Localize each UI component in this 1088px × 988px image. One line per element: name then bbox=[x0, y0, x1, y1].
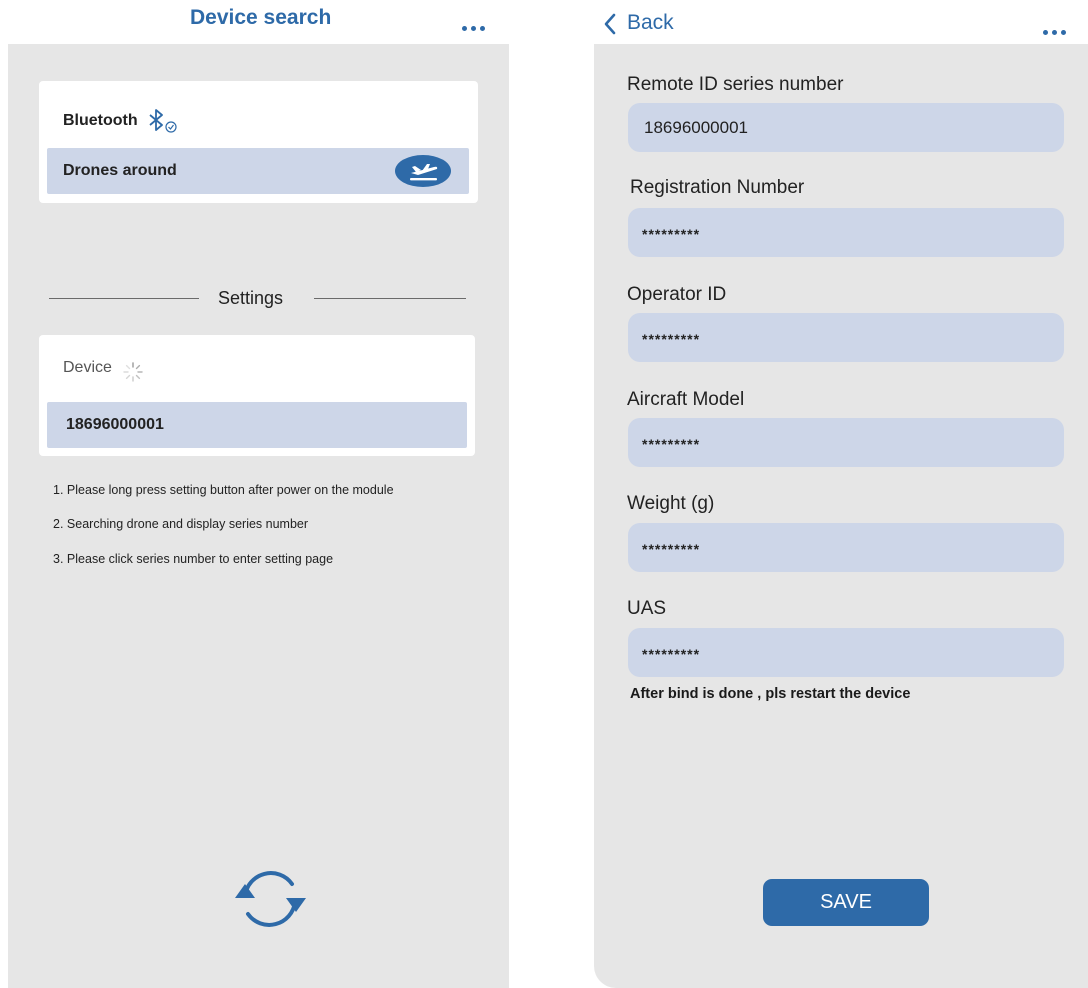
back-label: Back bbox=[627, 11, 674, 34]
uas-field[interactable]: ********* bbox=[628, 628, 1064, 677]
device-serial: 18696000001 bbox=[66, 416, 164, 433]
registration-number-field[interactable]: ********* bbox=[628, 208, 1064, 257]
device-serial-row[interactable]: 18696000001 bbox=[47, 402, 467, 448]
chevron-left-icon bbox=[604, 13, 616, 35]
instruction-number: 2. bbox=[53, 517, 64, 531]
save-button[interactable]: SAVE bbox=[763, 879, 929, 926]
operator-id-field[interactable]: ********* bbox=[628, 313, 1064, 362]
bluetooth-label: Bluetooth bbox=[63, 112, 138, 129]
more-icon[interactable] bbox=[462, 11, 489, 37]
bluetooth-icon bbox=[149, 109, 177, 133]
device-search-screen: Device search Bluetooth Drones around Se… bbox=[0, 0, 520, 988]
instruction-text: Searching drone and display series numbe… bbox=[66, 517, 309, 531]
settings-heading: Settings bbox=[218, 288, 284, 308]
bluetooth-card: Bluetooth Drones around bbox=[39, 81, 478, 203]
field-label-uas: UAS bbox=[627, 598, 667, 619]
registration-number-value: ********* bbox=[642, 226, 701, 242]
divider-left bbox=[49, 298, 199, 299]
page-title: Device search bbox=[190, 6, 332, 29]
uas-value: ********* bbox=[642, 646, 701, 662]
weight-value: ********* bbox=[642, 541, 701, 557]
field-label-operator-id: Operator ID bbox=[627, 284, 727, 305]
device-card: Device 18696000001 bbox=[39, 335, 475, 456]
instruction-text: Please click series number to enter sett… bbox=[66, 552, 334, 566]
remote-id-value: 18696000001 bbox=[644, 118, 749, 137]
field-label-weight: Weight (g) bbox=[627, 493, 715, 514]
instruction-number: 3. bbox=[53, 552, 64, 566]
instruction-text: Please long press setting button after p… bbox=[66, 483, 394, 497]
loading-spinner-icon bbox=[123, 362, 143, 382]
drones-around-row[interactable]: Drones around bbox=[47, 148, 469, 194]
drones-around-label: Drones around bbox=[63, 162, 177, 179]
field-label-registration: Registration Number bbox=[630, 177, 805, 198]
field-label-remote-id: Remote ID series number bbox=[627, 74, 844, 95]
device-label: Device bbox=[63, 359, 112, 376]
aircraft-model-value: ********* bbox=[642, 436, 701, 452]
aircraft-model-field[interactable]: ********* bbox=[628, 418, 1064, 467]
device-search-header: Device search bbox=[0, 0, 520, 44]
field-label-aircraft-model: Aircraft Model bbox=[627, 389, 745, 410]
more-icon[interactable] bbox=[1043, 15, 1070, 41]
settings-header: Back bbox=[560, 0, 1088, 44]
refresh-icon[interactable] bbox=[228, 862, 312, 936]
instruction-item: 2. Searching drone and display series nu… bbox=[53, 517, 308, 531]
instruction-item: 1. Please long press setting button afte… bbox=[53, 483, 394, 497]
weight-field[interactable]: ********* bbox=[628, 523, 1064, 572]
operator-id-value: ********* bbox=[642, 331, 701, 347]
remote-id-field[interactable]: 18696000001 bbox=[628, 103, 1064, 152]
airplane-takeoff-icon[interactable] bbox=[394, 154, 452, 188]
restart-note: After bind is done , pls restart the dev… bbox=[630, 686, 911, 702]
instruction-item: 3. Please click series number to enter s… bbox=[53, 552, 333, 566]
device-settings-screen: Back Remote ID series number 18696000001… bbox=[560, 0, 1088, 988]
instruction-number: 1. bbox=[53, 483, 64, 497]
divider-right bbox=[314, 298, 466, 299]
